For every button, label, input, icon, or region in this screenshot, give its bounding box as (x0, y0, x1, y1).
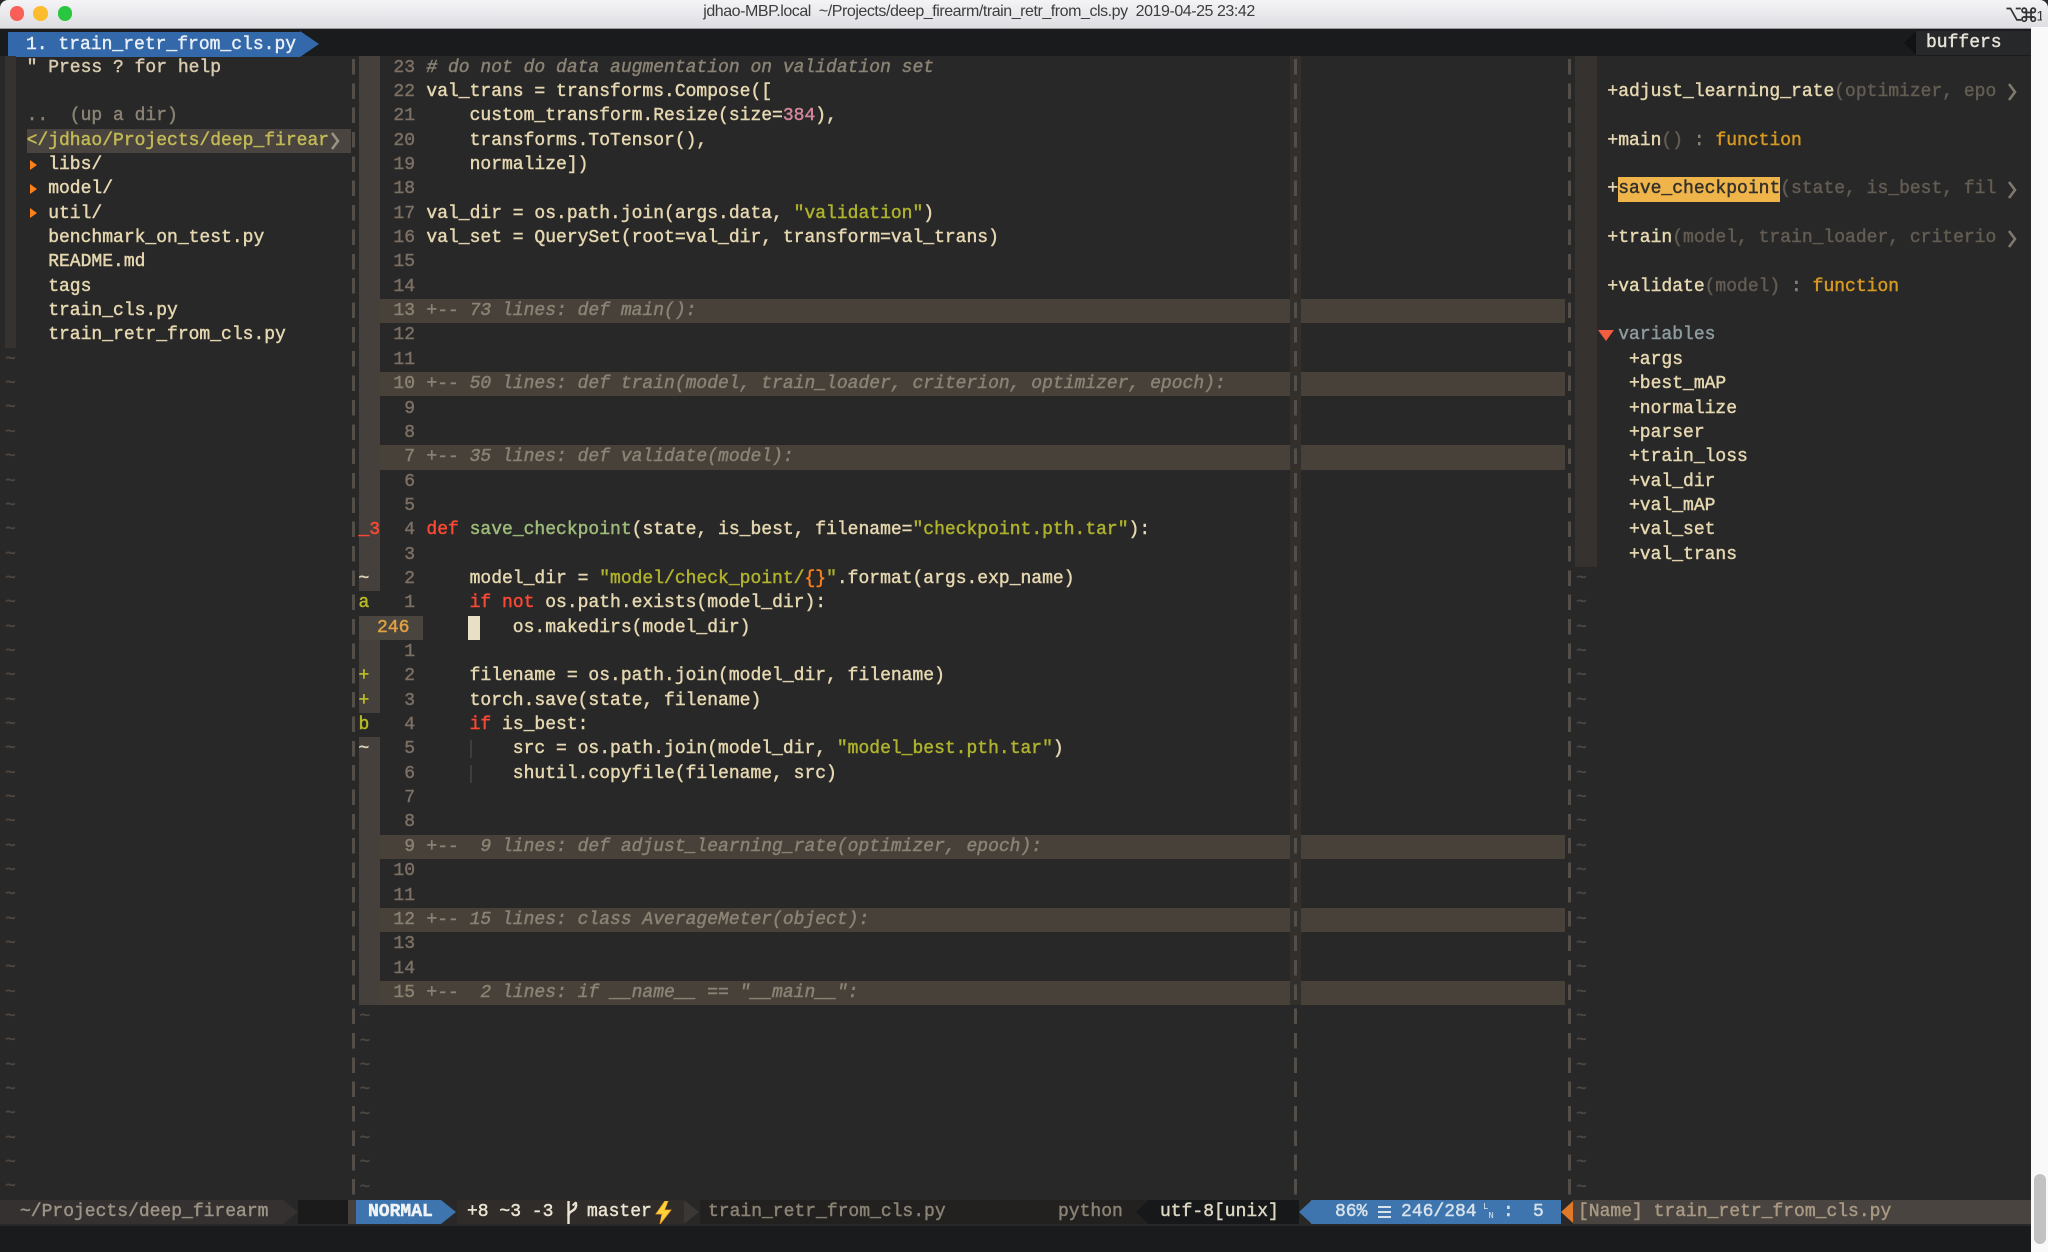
svg-text:1: 1 (2037, 8, 2043, 24)
